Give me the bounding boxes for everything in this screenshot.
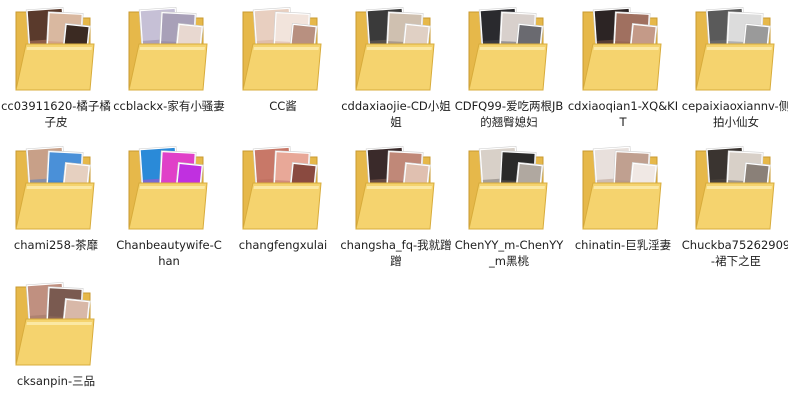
folder-item[interactable]: cksanpin-三品	[0, 275, 112, 405]
folder-item[interactable]: CC酱	[227, 0, 339, 130]
folder-icon	[352, 143, 436, 233]
folder-item[interactable]: cddaxiaojie-CD小姐姐	[340, 0, 452, 130]
folder-name: cdxiaoqian1-XQ&KIT	[567, 99, 679, 129]
folder-item[interactable]: ccblackx-家有小骚妻	[113, 0, 225, 130]
folder-item[interactable]: cdxiaoqian1-XQ&KIT	[567, 0, 679, 130]
folder-icon	[125, 143, 209, 233]
folder-icon	[352, 4, 436, 94]
folder-name: cepaixiaoxiannv-侧拍小仙女	[681, 99, 788, 129]
folder-name: ChenYY_m-ChenYY_m黑桃	[454, 238, 564, 268]
folder-name: cc03911620-橘子橘子皮	[1, 99, 111, 129]
folder-icon	[125, 4, 209, 94]
folder-name: changsha_fq-我就蹭蹭	[340, 238, 452, 268]
folder-icon	[12, 143, 96, 233]
folder-item[interactable]: chami258-茶靡	[0, 139, 112, 269]
folder-icon	[239, 4, 323, 94]
folder-item[interactable]: changsha_fq-我就蹭蹭	[340, 139, 452, 269]
folder-name: chami258-茶靡	[13, 238, 99, 252]
folder-item[interactable]: cc03911620-橘子橘子皮	[0, 0, 112, 130]
folder-name: CC酱	[269, 99, 297, 113]
folder-item[interactable]: Chanbeautywife-Chan	[113, 139, 225, 269]
folder-name: chinatin-巨乳淫妻	[574, 238, 672, 252]
folder-item[interactable]: ChenYY_m-ChenYY_m黑桃	[453, 139, 565, 269]
folder-name: cddaxiaojie-CD小姐姐	[341, 99, 451, 129]
folder-icon	[239, 143, 323, 233]
folder-icon	[692, 4, 776, 94]
folder-icon	[12, 4, 96, 94]
folder-icon	[579, 143, 663, 233]
folder-icon	[12, 279, 96, 369]
folder-name: cksanpin-三品	[16, 374, 96, 388]
folder-icon	[579, 4, 663, 94]
folder-grid: cc03911620-橘子橘子皮 ccblackx-家有小骚妻 CC酱 cddaxia…	[0, 0, 788, 400]
folder-item[interactable]: Chuckba75262909-裙下之臣	[680, 139, 788, 269]
folder-item[interactable]: changfengxulai	[227, 139, 339, 269]
folder-name: changfengxulai	[238, 238, 328, 252]
folder-item[interactable]: CDFQ99-爱吃两根JB的翘臀媳妇	[453, 0, 565, 130]
folder-icon	[465, 4, 549, 94]
folder-item[interactable]: cepaixiaoxiannv-侧拍小仙女	[680, 0, 788, 130]
folder-name: Chuckba75262909-裙下之臣	[681, 238, 788, 268]
folder-name: Chanbeautywife-Chan	[116, 238, 222, 268]
folder-icon	[465, 143, 549, 233]
folder-item[interactable]: chinatin-巨乳淫妻	[567, 139, 679, 269]
folder-icon	[692, 143, 776, 233]
folder-name: ccblackx-家有小骚妻	[113, 99, 225, 113]
folder-name: CDFQ99-爱吃两根JB的翘臀媳妇	[454, 99, 564, 129]
